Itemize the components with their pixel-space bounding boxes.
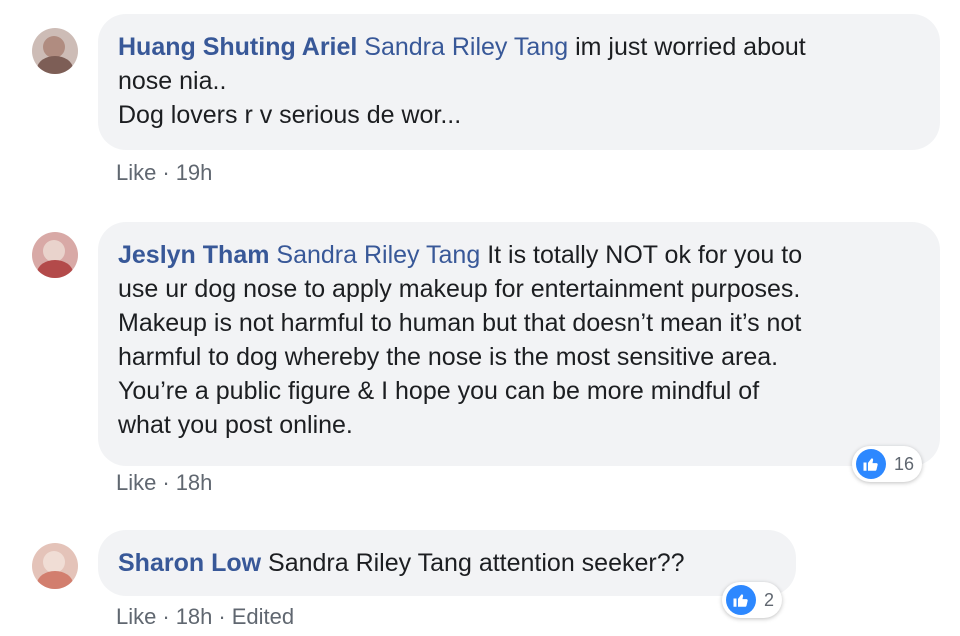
comment-meta: Like · 18h · Edited bbox=[116, 604, 294, 630]
comment-author[interactable]: Sharon Low bbox=[118, 549, 261, 577]
mention-link[interactable]: Sandra Riley Tang bbox=[364, 33, 568, 61]
edited-label[interactable]: Edited bbox=[232, 604, 294, 629]
like-button[interactable]: Like bbox=[116, 470, 156, 495]
comment-text: attention seeker?? bbox=[478, 549, 685, 577]
comment-author[interactable]: Huang Shuting Ariel bbox=[118, 33, 357, 61]
comment-meta: Like · 18h bbox=[116, 470, 212, 496]
thumbs-up-icon bbox=[856, 449, 886, 479]
timestamp[interactable]: 18h bbox=[176, 604, 213, 629]
separator: · bbox=[162, 470, 170, 495]
mention-link[interactable]: Sandra Riley Tang bbox=[276, 241, 480, 269]
comment-meta: Like · 19h bbox=[116, 160, 212, 186]
mention-link: Sandra Riley Tang bbox=[268, 549, 472, 577]
separator: · bbox=[162, 160, 170, 185]
avatar[interactable] bbox=[32, 543, 78, 589]
reaction-summary[interactable]: 16 bbox=[852, 446, 923, 482]
comment-text: It is totally NOT ok for you to bbox=[487, 241, 803, 269]
thumbs-up-icon bbox=[726, 585, 756, 615]
timestamp[interactable]: 19h bbox=[176, 160, 213, 185]
comment-text: You’re a public figure & I hope you can … bbox=[118, 377, 760, 405]
comment-text: Makeup is not harmful to human but that … bbox=[118, 309, 802, 337]
reaction-count: 16 bbox=[894, 453, 915, 474]
reaction-summary[interactable]: 2 bbox=[722, 582, 783, 618]
comment-text: nose nia.. bbox=[118, 67, 227, 95]
avatar[interactable] bbox=[32, 28, 78, 74]
comment-text: use ur dog nose to apply makeup for ente… bbox=[118, 275, 801, 303]
like-button[interactable]: Like bbox=[116, 604, 156, 629]
reaction-count: 2 bbox=[764, 589, 775, 610]
separator: · bbox=[162, 604, 170, 629]
comment-text: im just worried about bbox=[575, 33, 806, 61]
comment-text: what you post online. bbox=[118, 411, 353, 439]
comment-author[interactable]: Jeslyn Tham bbox=[118, 241, 269, 269]
comment-bubble: Jeslyn Tham Sandra Riley Tang It is tota… bbox=[98, 222, 940, 466]
like-button[interactable]: Like bbox=[116, 160, 156, 185]
comment-text: Dog lovers r v serious de wor... bbox=[118, 101, 462, 129]
comment-text: harmful to dog whereby the nose is the m… bbox=[118, 343, 779, 371]
comment-bubble: Huang Shuting Ariel Sandra Riley Tang im… bbox=[98, 14, 940, 150]
separator: · bbox=[218, 604, 226, 629]
timestamp[interactable]: 18h bbox=[176, 470, 213, 495]
comment-bubble: Sharon Low Sandra Riley Tang attention s… bbox=[98, 530, 796, 596]
comment-thread: Huang Shuting Ariel Sandra Riley Tang im… bbox=[0, 0, 960, 636]
avatar[interactable] bbox=[32, 232, 78, 278]
